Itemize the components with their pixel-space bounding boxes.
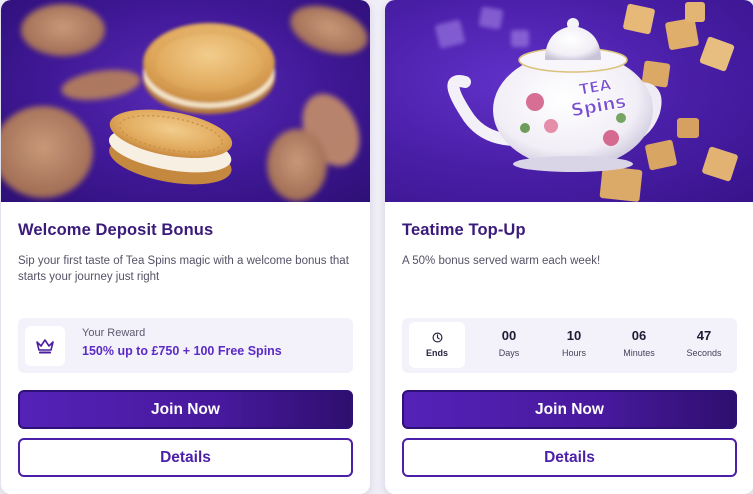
card-description: A 50% bonus served warm each week! [402,255,601,267]
countdown-seconds: 47 Seconds [674,328,734,358]
biscuits-illustration [1,4,368,201]
minutes-label: Minutes [623,348,655,358]
details-button[interactable]: Details [402,438,737,477]
card-title: Teatime Top-Up [402,221,526,239]
clock-icon [432,332,442,343]
seconds-label: Seconds [686,348,722,358]
ends-label: Ends [425,348,448,358]
reward-icon-box [25,326,65,366]
days-label: Days [498,348,520,358]
crown-icon [36,339,54,354]
ends-box: Ends [409,322,465,368]
biscuits-image [1,0,370,202]
welcome-bonus-card: Welcome Deposit Bonus Sip your first tas… [1,0,370,494]
details-button[interactable]: Details [18,438,353,477]
join-now-button[interactable]: Join Now [18,390,353,429]
countdown-minutes: 06 Minutes [609,328,669,358]
join-now-button[interactable]: Join Now [402,390,737,429]
countdown-hours: 10 Hours [544,328,604,358]
days-value: 00 [501,328,517,343]
card-title: Welcome Deposit Bonus [18,221,214,239]
hours-label: Hours [561,348,586,358]
teapot-image: TEA Spins [385,0,753,202]
card-description: Sip your first taste of Tea Spins magic … [18,255,349,283]
teapot-illustration: TEA Spins [435,2,738,202]
minutes-value: 06 [631,328,647,343]
countdown-days: 00 Days [479,328,539,358]
reward-label: Your Reward [82,327,146,339]
teatime-topup-card: TEA Spins Teatime Top-Up A 50% bonus ser… [385,0,753,494]
reward-panel: Your Reward 150% up to £750 + 100 Free S… [18,318,353,373]
reward-value: 150% up to £750 + 100 Free Spins [82,344,282,358]
seconds-value: 47 [696,328,712,343]
countdown-panel: Ends 00 Days 10 Hours 06 Minutes 47 Seco… [402,318,737,373]
hours-value: 10 [566,328,582,343]
